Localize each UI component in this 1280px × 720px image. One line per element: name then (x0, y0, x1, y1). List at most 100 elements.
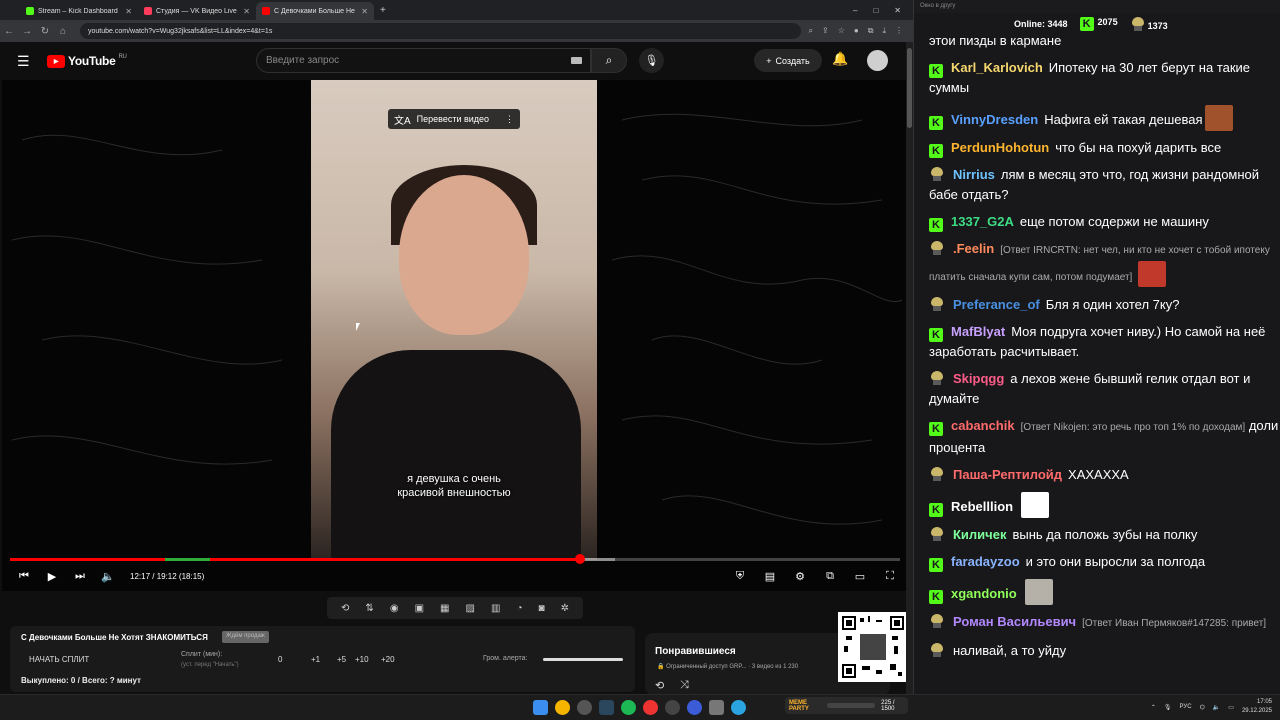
language-indicator[interactable]: РУС (1180, 704, 1192, 710)
scrollbar-thumb[interactable] (907, 48, 912, 128)
youtube-logo[interactable]: ▶ YouTube RU (47, 54, 127, 68)
battery-icon[interactable]: ▭ (1228, 704, 1234, 711)
chat-username[interactable]: PerdunHohotun (951, 140, 1049, 155)
share-icon[interactable]: ⇪ (822, 26, 829, 36)
chat-username[interactable]: MafBlyat (951, 324, 1005, 339)
tab-vk[interactable]: Студия — VK Видео Live ✕ (138, 2, 256, 20)
previous-icon[interactable]: ⏮ (10, 570, 38, 583)
search-button[interactable]: ⌕ (591, 48, 627, 73)
chat-username[interactable]: Nirrius (953, 167, 995, 182)
obs-icon[interactable] (665, 700, 680, 715)
maximize-icon[interactable]: □ (873, 6, 878, 15)
avatar[interactable] (867, 50, 888, 71)
chat-username[interactable]: .Feelin (953, 241, 994, 256)
chat-username[interactable]: VinnyDresden (951, 112, 1038, 127)
chat-username[interactable]: Паша-Рептилойд (953, 467, 1062, 482)
next-icon[interactable]: ⏭ (66, 570, 94, 583)
extension-icon[interactable]: ● (854, 26, 859, 36)
url-field[interactable]: youtube.com/watch?v=Wug32jksafs&list=LL&… (80, 23, 801, 39)
settings-icon[interactable]: ✲ (561, 603, 569, 614)
inc-button[interactable]: +5 (337, 655, 346, 664)
gear-icon[interactable]: ⚙ (790, 570, 810, 583)
chat-username[interactable]: Роман Васильевич (953, 614, 1076, 629)
app-icon[interactable] (687, 700, 702, 715)
keyboard-icon[interactable] (571, 57, 582, 64)
app-icon[interactable] (709, 700, 724, 715)
zoom-icon[interactable]: ⌕ (809, 26, 813, 36)
steam-icon[interactable] (599, 700, 614, 715)
menu-burger-icon[interactable]: ☰ (17, 53, 37, 70)
play-icon[interactable]: ▶ (38, 570, 66, 583)
home-icon[interactable]: ⌂ (54, 26, 72, 37)
extensions-icon[interactable]: ⧉ (868, 26, 874, 36)
page-scrollbar[interactable] (906, 42, 913, 694)
close-icon[interactable]: ✕ (125, 7, 132, 16)
new-tab-icon[interactable]: + (380, 5, 386, 16)
minimize-icon[interactable]: – (853, 6, 857, 15)
loop-icon[interactable]: ⟲ (655, 679, 664, 692)
chat-username[interactable]: cabanchik (951, 418, 1015, 433)
video-frame[interactable]: я девушка с очень красивой внешностью (311, 80, 597, 560)
spotify-icon[interactable] (621, 700, 636, 715)
speed-icon[interactable]: ◔ (516, 603, 522, 614)
speaker-icon[interactable]: 🔈 (1213, 704, 1220, 711)
network-icon[interactable]: ⌬ (1200, 704, 1205, 711)
fullscreen-icon[interactable]: ⛶ (880, 570, 900, 583)
chat-username[interactable]: Rebelllion (951, 499, 1013, 514)
chat-username[interactable]: Preferance_of (953, 297, 1040, 312)
frames-icon[interactable]: ▥ (491, 603, 500, 614)
sort-icon[interactable]: ⇅ (365, 603, 373, 614)
clock[interactable]: 17:05 29.12.2025 (1242, 698, 1272, 716)
broadcast-icon[interactable]: ◉ (390, 603, 399, 614)
subtitles-icon[interactable]: ▤ (760, 570, 780, 583)
create-button[interactable]: + Создать (754, 49, 822, 72)
app-icon[interactable] (643, 700, 658, 715)
chrome-icon[interactable] (555, 700, 570, 715)
back-icon[interactable]: ← (0, 26, 18, 37)
loop-icon[interactable]: ⟲ (341, 603, 349, 614)
translate-video-button[interactable]: 文A Перевести видео ⋮ (388, 109, 520, 129)
chat-username[interactable]: faradayzoo (951, 554, 1020, 569)
start-split-button[interactable]: НАЧАТЬ СПЛИТ (29, 655, 89, 664)
inc-button[interactable]: +20 (381, 655, 395, 664)
chat-username[interactable]: xgandonio (951, 586, 1017, 601)
chevron-up-icon[interactable]: ⌃ (1151, 704, 1156, 711)
close-icon[interactable]: ✕ (243, 7, 250, 16)
video-player[interactable]: я девушка с очень красивой внешностью 文A П… (2, 80, 906, 591)
chat-username[interactable]: Karl_Karlovich (951, 60, 1043, 75)
tab-youtube[interactable]: С Девочками Больше Не Хо ✕ (256, 2, 374, 20)
mic-tray-icon[interactable]: 🎙 (1164, 704, 1172, 711)
star-icon[interactable]: ☆ (838, 26, 845, 36)
app-icon[interactable] (577, 700, 592, 715)
more-icon[interactable]: ⋮ (505, 114, 514, 125)
tab-kick[interactable]: Stream – Kick Dashboard ✕ (20, 2, 138, 20)
close-window-icon[interactable]: ✕ (894, 6, 901, 15)
progress-bar[interactable] (10, 554, 900, 564)
search-input[interactable]: Введите запрос (256, 48, 591, 73)
split-value[interactable]: 0 (278, 655, 282, 664)
miniplayer-icon[interactable]: ⧉ (820, 570, 840, 583)
shuffle-icon[interactable]: ⤨ (680, 679, 689, 692)
volume-icon[interactable]: 🔈 (94, 570, 122, 583)
inc-button[interactable]: +10 (355, 655, 369, 664)
camera-icon[interactable]: ◙ (539, 603, 545, 614)
chat-username[interactable]: Skipqgg (953, 371, 1004, 386)
scrubber-knob[interactable] (574, 554, 585, 564)
inc-button[interactable]: +1 (311, 655, 320, 664)
mic-button[interactable]: 🎙 (639, 48, 664, 73)
bell-icon[interactable]: 🔔 (832, 51, 848, 67)
shield-icon[interactable]: ⛨ (730, 570, 750, 583)
forward-icon[interactable]: → (18, 26, 36, 37)
telegram-icon[interactable] (731, 700, 746, 715)
chat-username[interactable]: 1337_G2A (951, 214, 1014, 229)
reload-icon[interactable]: ↻ (36, 26, 54, 37)
alert-volume-slider[interactable] (543, 658, 623, 661)
download-icon[interactable]: ⤓ (882, 26, 886, 36)
windows-start-icon[interactable] (533, 700, 548, 715)
screen-icon[interactable]: ▣ (415, 603, 424, 614)
chat-username[interactable]: Киличек (953, 527, 1006, 542)
film-icon[interactable]: ▦ (440, 603, 449, 614)
close-icon[interactable]: ✕ (361, 7, 368, 16)
picture-icon[interactable]: ▨ (466, 603, 475, 614)
theater-icon[interactable]: ▭ (850, 570, 870, 583)
